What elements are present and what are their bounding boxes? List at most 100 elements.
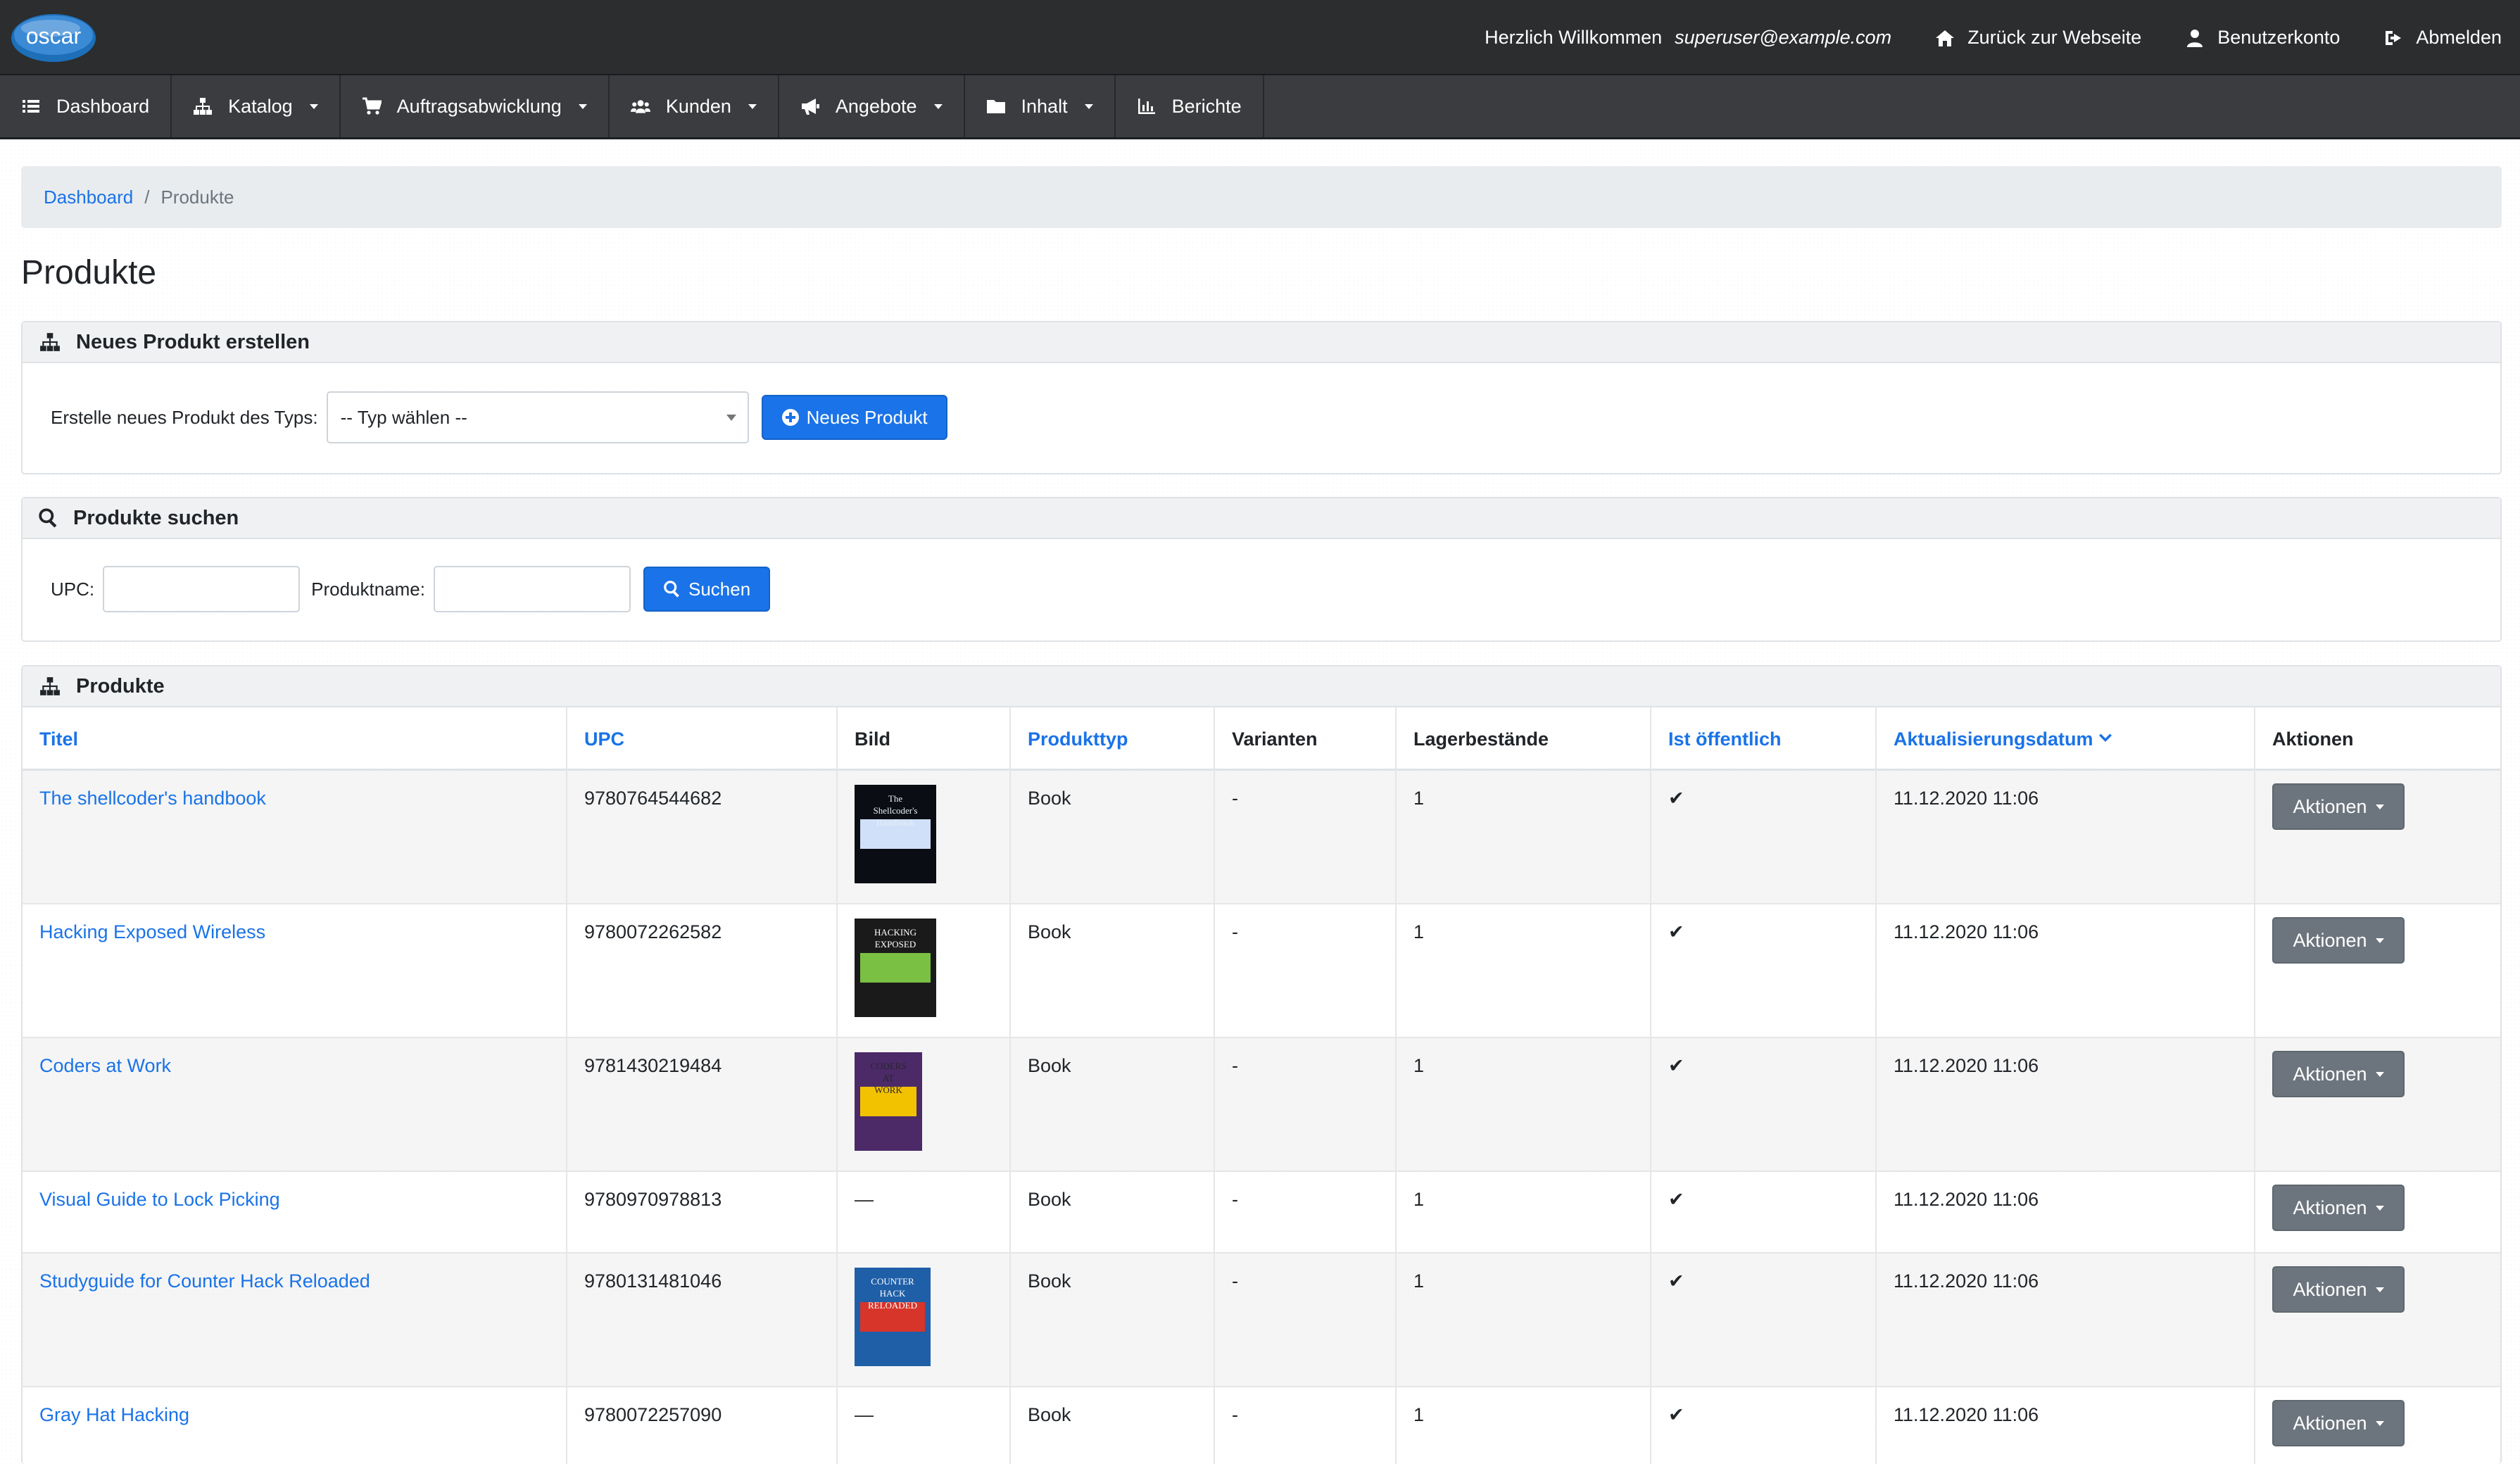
product-name-input[interactable] <box>434 566 631 612</box>
product-title-link[interactable]: Gray Hat Hacking <box>39 1404 189 1425</box>
cell-product-type: Book <box>1011 1038 1215 1170</box>
svg-text:The: The <box>888 793 902 804</box>
cell-actions: Aktionen <box>2255 1172 2500 1252</box>
cell-upc: 9780072262582 <box>567 904 838 1037</box>
product-type-select-value: -- Typ wählen -- <box>340 406 467 428</box>
actions-dropdown-button[interactable]: Aktionen <box>2272 917 2405 964</box>
cell-variants: - <box>1215 1254 1397 1386</box>
cell-product-type: Book <box>1011 1387 1215 1464</box>
column-header-produkttyp[interactable]: Produkttyp <box>1011 707 1215 771</box>
actions-dropdown-label: Aktionen <box>2293 795 2367 817</box>
product-type-select[interactable]: -- Typ wählen -- <box>326 391 749 443</box>
welcome-user: superuser@example.com <box>1675 27 1892 48</box>
cell-variants: - <box>1215 771 1397 903</box>
product-title-link[interactable]: The shellcoder's handbook <box>39 788 266 809</box>
actions-dropdown-button[interactable]: Aktionen <box>2272 1400 2405 1446</box>
actions-dropdown-button[interactable]: Aktionen <box>2272 1051 2405 1097</box>
search-button-label: Suchen <box>688 578 751 600</box>
logout-link[interactable]: Abmelden <box>2383 27 2502 49</box>
product-variants: - <box>1232 1189 1238 1210</box>
cell-actions: Aktionen <box>2255 1254 2500 1386</box>
caret-down-icon <box>2375 1287 2384 1292</box>
create-product-title: Neues Produkt erstellen <box>76 330 310 353</box>
table-row: Studyguide for Counter Hack Reloaded 9780… <box>23 1254 2500 1387</box>
cell-stock: 1 <box>1397 1387 1651 1464</box>
svg-text:EXPOSED: EXPOSED <box>875 939 916 949</box>
folder-icon <box>986 100 1005 113</box>
product-stock: 1 <box>1413 1404 1425 1425</box>
product-title-link[interactable]: Hacking Exposed Wireless <box>39 921 265 942</box>
cell-upc: 9780970978813 <box>567 1172 838 1252</box>
nav-inhalt[interactable]: Inhalt <box>965 75 1116 137</box>
account-link[interactable]: Benutzerkonto <box>2185 27 2340 49</box>
nav-katalog[interactable]: Katalog <box>172 75 341 137</box>
products-title: Produkte <box>76 674 165 698</box>
cell-public: ✔ <box>1651 904 1877 1037</box>
product-stock: 1 <box>1413 788 1425 809</box>
nav-berichte[interactable]: Berichte <box>1116 75 1264 137</box>
column-header-upc[interactable]: UPC <box>567 707 838 771</box>
cell-image: — <box>838 1172 1011 1252</box>
column-header-aktualisierungsdatum-label: Aktualisierungsdatum <box>1894 728 2093 750</box>
plus-circle-icon <box>781 409 799 426</box>
actions-dropdown-button[interactable]: Aktionen <box>2272 783 2405 830</box>
breadcrumb-dashboard-link[interactable]: Dashboard <box>44 187 133 208</box>
actions-dropdown-button[interactable]: Aktionen <box>2272 1185 2405 1231</box>
caret-down-icon <box>2375 1071 2384 1077</box>
cell-product-type: Book <box>1011 1172 1215 1252</box>
nav-dashboard-label: Dashboard <box>56 95 150 117</box>
new-product-button[interactable]: Neues Produkt <box>761 395 947 440</box>
product-upc: 9780970978813 <box>584 1189 722 1210</box>
product-variants: - <box>1232 1404 1238 1425</box>
welcome-message: Herzlich Willkommen superuser@example.co… <box>1485 27 1891 49</box>
product-name-label: Produktname: <box>311 578 425 600</box>
svg-text:COUNTER: COUNTER <box>871 1276 914 1287</box>
nav-angebote-label: Angebote <box>835 95 917 117</box>
product-type: Book <box>1028 1189 1071 1210</box>
cell-product-type: Book <box>1011 1254 1215 1386</box>
sign-out-icon <box>2386 30 2402 45</box>
shopping-cart-icon <box>362 97 382 115</box>
column-header-varianten: Varianten <box>1215 707 1397 771</box>
table-row: Visual Guide to Lock Picking 978097097881… <box>23 1172 2500 1254</box>
cell-variants: - <box>1215 1387 1397 1464</box>
actions-dropdown-label: Aktionen <box>2293 1197 2367 1218</box>
nav-inhalt-label: Inhalt <box>1021 95 1068 117</box>
product-upc: 9780072262582 <box>584 921 722 942</box>
search-button[interactable]: Suchen <box>643 567 771 612</box>
cell-updated: 11.12.2020 11:06 <box>1877 1038 2255 1170</box>
actions-dropdown-button[interactable]: Aktionen <box>2272 1266 2405 1313</box>
cell-updated: 11.12.2020 11:06 <box>1877 771 2255 903</box>
nav-dashboard[interactable]: Dashboard <box>0 75 172 137</box>
column-header-aktualisierungsdatum[interactable]: Aktualisierungsdatum <box>1877 707 2255 771</box>
cell-stock: 1 <box>1397 904 1651 1037</box>
actions-dropdown-label: Aktionen <box>2293 1063 2367 1085</box>
caret-down-icon <box>748 103 757 109</box>
back-to-site-link[interactable]: Zurück zur Webseite <box>1935 27 2141 49</box>
product-title-link[interactable]: Studyguide for Counter Hack Reloaded <box>39 1270 370 1292</box>
upc-input[interactable] <box>103 566 301 612</box>
sitemap-icon <box>194 98 213 115</box>
oscar-logo[interactable]: oscar <box>10 10 97 63</box>
column-header-ist-oeffentlich[interactable]: Ist öffentlich <box>1651 707 1877 771</box>
nav-angebote[interactable]: Angebote <box>779 75 965 137</box>
product-variants: - <box>1232 1270 1238 1292</box>
cell-public: ✔ <box>1651 1038 1877 1170</box>
product-updated-date: 11.12.2020 11:06 <box>1894 921 2039 942</box>
logo-text: oscar <box>26 23 82 49</box>
product-variants: - <box>1232 921 1238 942</box>
nav-kunden[interactable]: Kunden <box>610 75 779 137</box>
caret-down-icon <box>578 103 587 109</box>
product-title-link[interactable]: Coders at Work <box>39 1055 171 1076</box>
cell-image: HACKING EXPOSED <box>838 904 1011 1037</box>
product-stock: 1 <box>1413 1055 1425 1076</box>
column-header-titel[interactable]: Titel <box>23 707 567 771</box>
column-header-bild: Bild <box>838 707 1011 771</box>
product-title-link[interactable]: Visual Guide to Lock Picking <box>39 1189 280 1210</box>
home-icon <box>1936 30 1955 46</box>
cell-updated: 11.12.2020 11:06 <box>1877 1254 2255 1386</box>
cell-image: COUNTER HACK RELOADED <box>838 1254 1011 1386</box>
product-stock: 1 <box>1413 921 1425 942</box>
nav-auftragsabwicklung[interactable]: Auftragsabwicklung <box>341 75 610 137</box>
column-header-aktionen: Aktionen <box>2272 728 2354 750</box>
